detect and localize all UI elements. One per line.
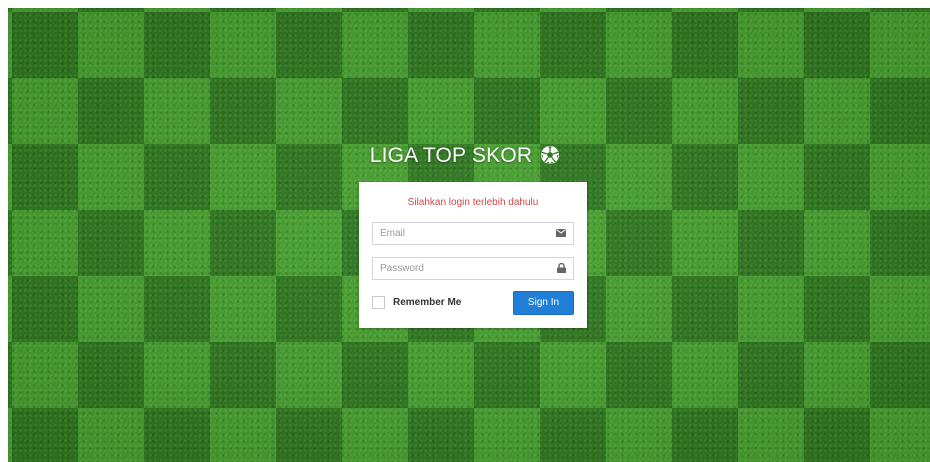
password-input[interactable] — [373, 258, 550, 279]
email-field-wrapper — [372, 222, 574, 245]
lock-icon — [557, 263, 566, 273]
login-message: Silahkan login terlebih dahulu — [407, 197, 539, 208]
brand-title: LIGA TOP SKOR — [369, 144, 533, 167]
login-box: Silahkan login terlebih dahulu Remember … — [359, 182, 587, 328]
email-input[interactable] — [373, 223, 550, 244]
remember-label: Remember Me — [393, 296, 462, 308]
brand-logo: LIGA TOP SKOR — [0, 144, 930, 168]
soccer-ball-icon — [541, 146, 560, 164]
signin-button[interactable]: Sign In — [513, 291, 574, 315]
remember-checkbox[interactable] — [372, 295, 385, 309]
remember-me[interactable]: Remember Me — [372, 294, 461, 310]
password-field-wrapper — [372, 257, 574, 280]
envelope-icon — [556, 229, 566, 237]
